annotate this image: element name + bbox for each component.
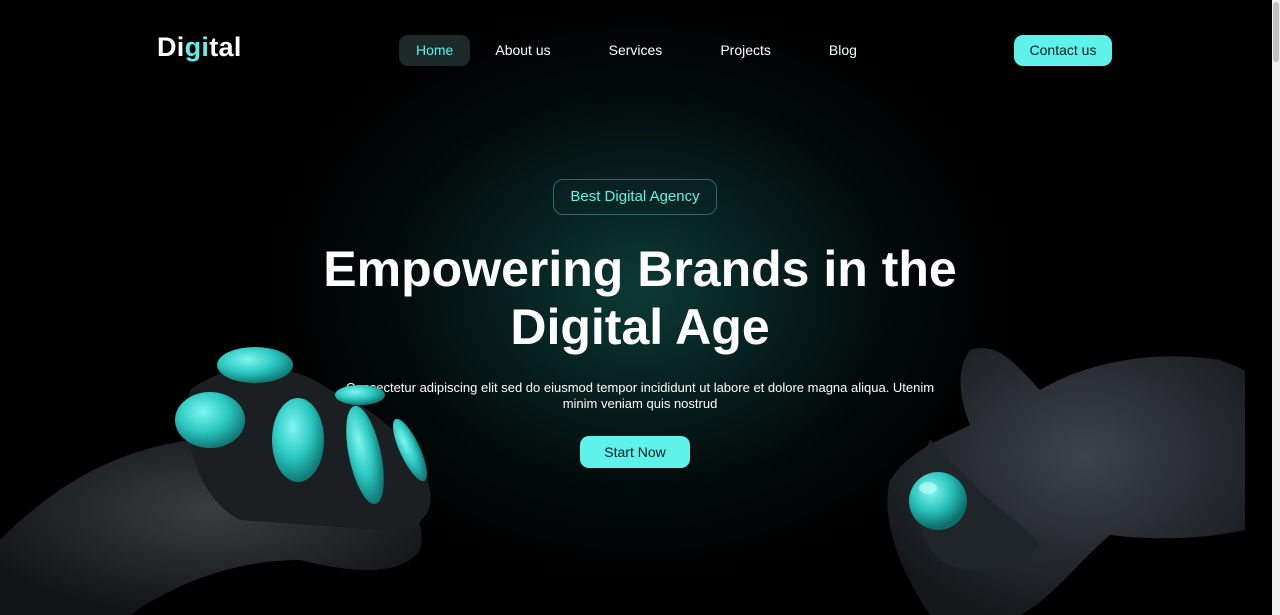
page-scrollbar[interactable] [1272, 0, 1280, 615]
headline-line-2: Digital Age [510, 299, 770, 355]
hero-badge: Best Digital Agency [553, 179, 717, 215]
contact-us-button[interactable]: Contact us [1014, 35, 1112, 66]
logo-accent: gi [184, 32, 210, 62]
nav-item-about-us[interactable]: About us [495, 35, 550, 66]
logo-suffix: tal [209, 32, 242, 62]
nav-item-home[interactable]: Home [399, 35, 471, 66]
headline-line-1: Empowering Brands in the [323, 241, 957, 297]
nav-item-services[interactable]: Services [609, 35, 663, 66]
start-now-button[interactable]: Start Now [580, 436, 690, 468]
main-nav: Home About us Services Projects Blog [399, 35, 857, 66]
subtext-line-2: minim veniam quis nostrud [562, 396, 718, 411]
brand-logo[interactable]: Digital [157, 32, 242, 63]
right-hand-ball-image [887, 348, 1245, 615]
nav-item-projects[interactable]: Projects [720, 35, 771, 66]
page: Digital Home About us Services Projects … [0, 0, 1280, 615]
nav-item-blog[interactable]: Blog [829, 35, 857, 66]
logo-prefix: Di [157, 32, 185, 62]
left-hand-slime-image [0, 347, 431, 615]
scrollbar-thumb[interactable] [1273, 2, 1279, 62]
